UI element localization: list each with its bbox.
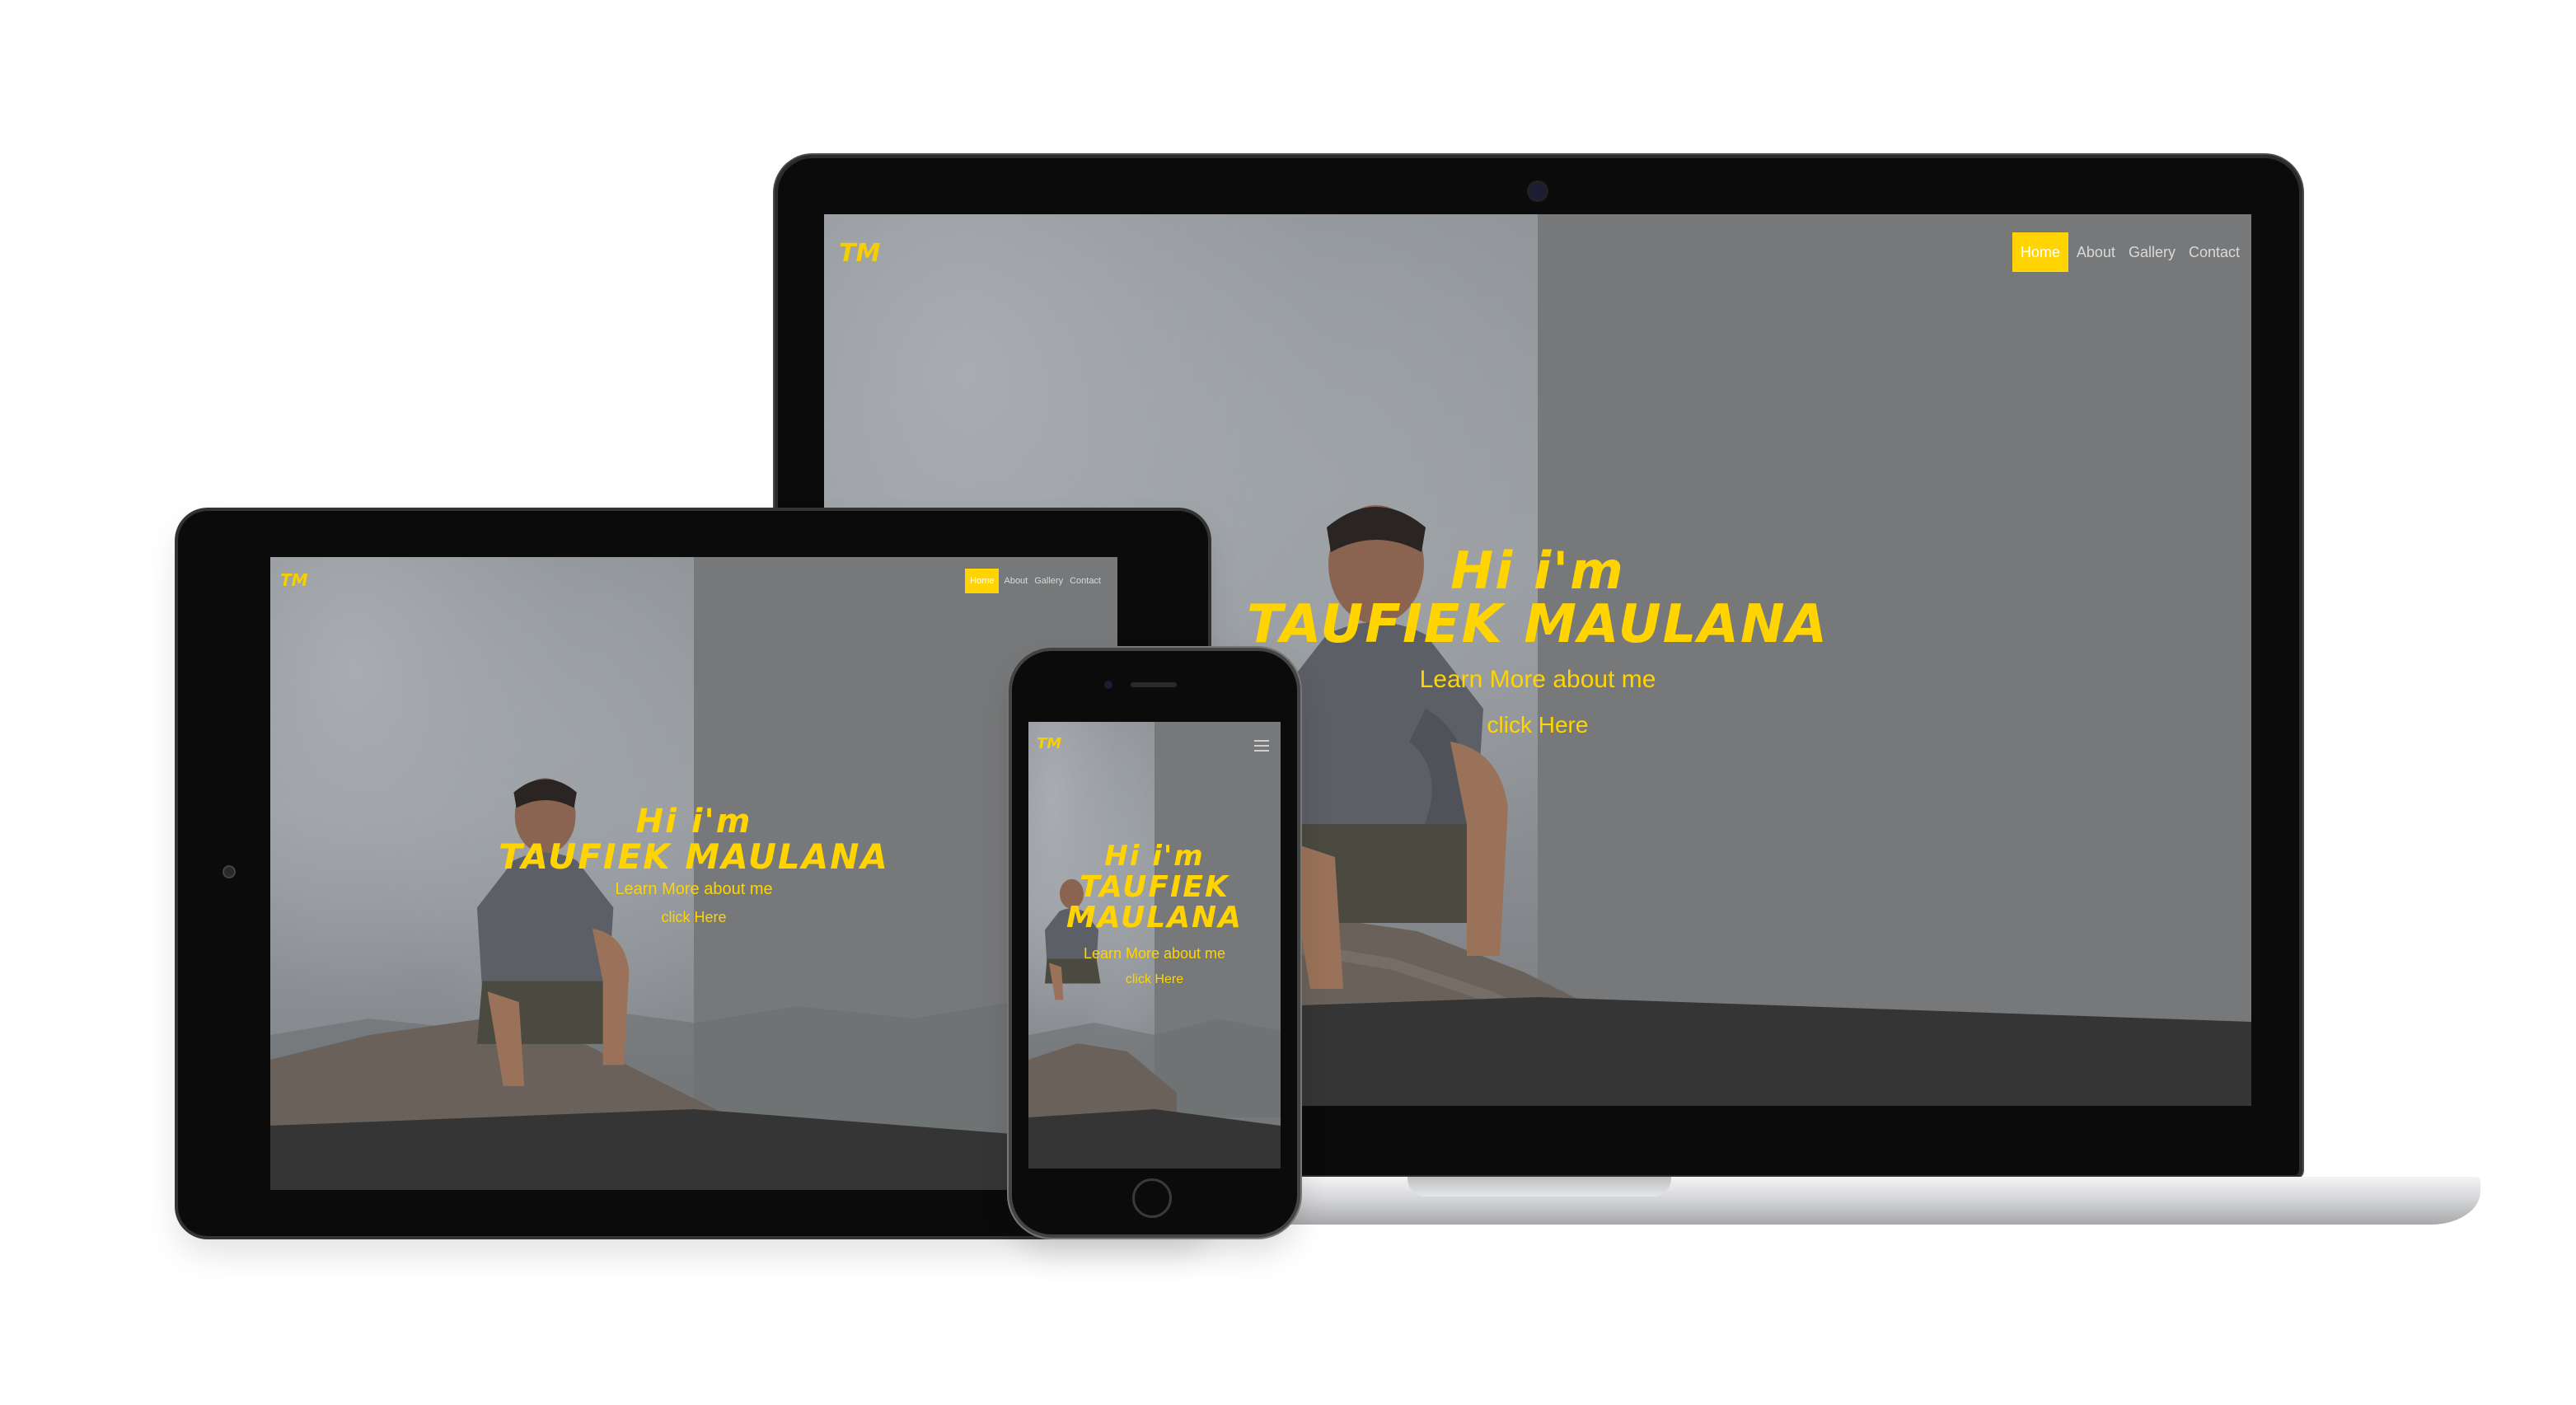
hero-section: Hi i'm TAUFIEK MAULANA Learn More about … — [1028, 840, 1281, 987]
hero-cta-link[interactable]: click Here — [1487, 712, 1589, 738]
hero-name-line1: TAUFIEK — [1080, 869, 1229, 904]
webcam-icon — [1529, 183, 1546, 199]
main-nav: Home About Gallery Contact — [965, 569, 1101, 593]
tablet-camera-icon — [224, 867, 234, 877]
main-nav: Home About Gallery Contact — [2012, 232, 2240, 272]
hero-greeting: Hi i'm — [1450, 541, 1625, 601]
site-logo[interactable]: TM — [1037, 735, 1061, 752]
tablet-screen: TM Home About Gallery Contact Hi i'm TAU… — [270, 557, 1117, 1190]
site-logo[interactable]: TM — [280, 570, 308, 590]
hero-greeting: Hi i'm — [635, 803, 752, 841]
floor-shape — [1028, 1109, 1281, 1168]
hero-name-line2: MAULANA — [1066, 901, 1244, 935]
hero-name: TAUFIEK MAULANA — [1246, 594, 1829, 656]
hero-subtitle: Learn More about me — [615, 880, 773, 899]
speaker-icon — [1131, 682, 1177, 687]
hero-cta-link[interactable]: click Here — [1126, 972, 1183, 987]
nav-contact[interactable]: Contact — [1070, 576, 1101, 586]
floor-shape — [270, 1109, 1117, 1190]
phone-screen: TM Hi i'm TAUFIEK MAULANA Learn More abo… — [1028, 722, 1281, 1168]
nav-home[interactable]: Home — [965, 569, 1000, 593]
home-button-icon[interactable] — [1132, 1178, 1172, 1218]
hero-section: Hi i'm TAUFIEK MAULANA Learn More about … — [447, 804, 941, 926]
hero-subtitle: Learn More about me — [1083, 945, 1226, 962]
hamburger-menu-icon[interactable] — [1254, 740, 1269, 752]
nav-contact[interactable]: Contact — [2189, 244, 2240, 261]
laptop-notch — [1407, 1177, 1671, 1197]
phone-camera-icon — [1104, 681, 1112, 689]
hero-greeting: Hi i'm — [1104, 840, 1205, 873]
hero-cta-link[interactable]: click Here — [661, 909, 726, 926]
hero-name: TAUFIEK MAULANA — [499, 836, 889, 877]
hero-subtitle: Learn More about me — [1419, 666, 1656, 694]
nav-gallery[interactable]: Gallery — [2129, 244, 2176, 261]
site-logo[interactable]: TM — [839, 239, 880, 268]
hero-section: Hi i'm TAUFIEK MAULANA Learn More about … — [1208, 544, 1867, 738]
nav-gallery[interactable]: Gallery — [1034, 576, 1063, 586]
nav-home[interactable]: Home — [2012, 232, 2068, 272]
nav-about[interactable]: About — [2077, 244, 2115, 261]
nav-about[interactable]: About — [1004, 576, 1028, 586]
